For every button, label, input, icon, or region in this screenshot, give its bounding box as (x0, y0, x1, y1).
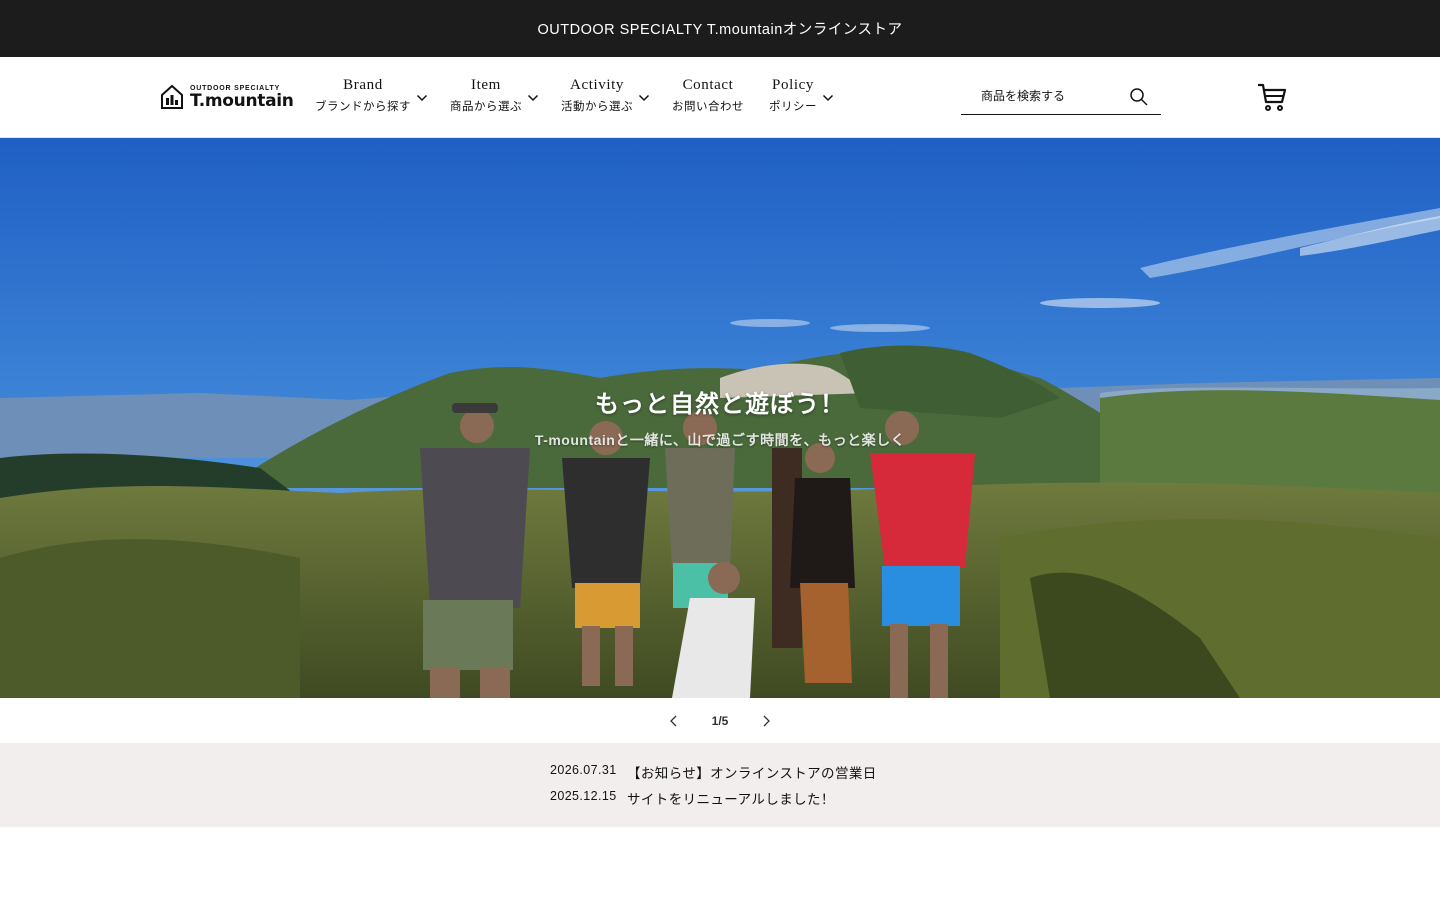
logo-house-icon (161, 84, 183, 109)
nav-activity-sublabel: 活動から選ぶ (561, 101, 633, 113)
chevron-left-icon[interactable] (666, 713, 682, 729)
announcement-text: OUTDOOR SPECIALTY T.mountainオンラインストア (537, 22, 903, 38)
nav-contact-label: Contact (682, 77, 734, 93)
nav-item-sublabel: 商品から選ぶ (450, 101, 522, 113)
site-logo[interactable]: OUTDOOR SPECIALTY T.mountain (160, 84, 294, 110)
nav-item-label: Item (471, 77, 501, 93)
main-nav: Brand ブランドから探す Item 商品から選ぶ Activity 活動から… (315, 77, 856, 114)
search-input[interactable] (981, 89, 1141, 103)
site-header: OUTDOOR SPECIALTY T.mountain Brand ブランドか… (0, 57, 1440, 168)
news-section: 2026.07.31 【お知らせ】オンラインストアの営業日 2025.12.15… (0, 743, 1440, 827)
nav-policy-sublabel: ポリシー (769, 101, 817, 113)
news-date: 2026.07.31 (550, 763, 617, 777)
nav-policy[interactable]: Policy ポリシー (769, 77, 834, 114)
logo-name: T.mountain (190, 90, 294, 111)
hero-banner[interactable]: もっと自然と遊ぼう！ T-mountainと一緒に、山で過ごす時間を、もっと楽し… (0, 138, 1440, 698)
cart-icon (1258, 83, 1287, 111)
news-item[interactable]: 2025.12.15 サイトをリニューアルしました！ (550, 788, 890, 808)
nav-brand[interactable]: Brand ブランドから探す (315, 77, 428, 114)
chevron-down-icon (822, 94, 834, 101)
chevron-down-icon (416, 94, 428, 101)
slider-controls: 1/5 (0, 698, 1440, 743)
nav-brand-sublabel: ブランドから探す (315, 101, 411, 113)
chevron-down-icon (638, 94, 650, 101)
slide-counter: 1/5 (711, 713, 729, 728)
nav-contact-sublabel: お問い合わせ (672, 101, 744, 113)
nav-activity[interactable]: Activity 活動から選ぶ (561, 77, 650, 114)
nav-contact[interactable]: Contact お問い合わせ (672, 77, 744, 114)
cart-button[interactable] (1256, 81, 1288, 118)
chevron-right-icon[interactable] (758, 713, 774, 729)
news-title: 【お知らせ】オンラインストアの営業日 (627, 766, 877, 781)
news-item[interactable]: 2026.07.31 【お知らせ】オンラインストアの営業日 (550, 762, 890, 782)
nav-activity-label: Activity (570, 77, 624, 93)
search-bar (961, 78, 1161, 115)
nav-item[interactable]: Item 商品から選ぶ (450, 77, 539, 114)
search-icon[interactable] (1129, 87, 1149, 107)
hero-title: もっと自然と遊ぼう！ (595, 391, 845, 418)
nav-brand-label: Brand (343, 77, 383, 93)
nav-policy-label: Policy (772, 77, 814, 93)
chevron-down-icon (527, 94, 539, 101)
news-date: 2025.12.15 (550, 789, 617, 803)
announcement-bar: OUTDOOR SPECIALTY T.mountainオンラインストア (0, 0, 1440, 57)
news-title: サイトをリニューアルしました！ (627, 792, 835, 807)
hero-subtitle: T-mountainと一緒に、山で過ごす時間を、もっと楽しく (534, 432, 906, 448)
